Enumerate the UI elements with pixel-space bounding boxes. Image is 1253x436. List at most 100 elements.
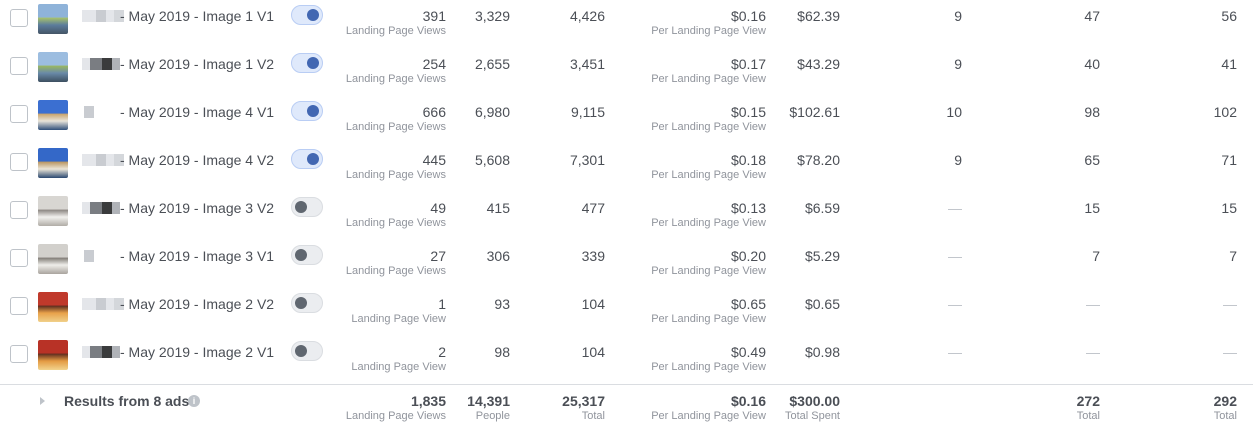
footer-col2-label: Total xyxy=(1076,410,1100,422)
redacted-name xyxy=(82,346,120,358)
expand-triangle-icon[interactable] xyxy=(40,397,45,405)
metric-col3-value: 41 xyxy=(1221,56,1237,72)
ad-thumbnail[interactable] xyxy=(38,292,68,322)
ad-thumbnail[interactable] xyxy=(38,100,68,130)
reach-value: 2,655 xyxy=(474,56,510,72)
metric-col1-value: 9 xyxy=(954,8,962,24)
redacted-name xyxy=(82,202,120,214)
footer-results-label: Landing Page Views xyxy=(345,410,446,422)
metric-col2-value: 15 xyxy=(1084,200,1100,216)
cost-label: Per Landing Page View xyxy=(651,361,766,373)
ad-status-toggle[interactable] xyxy=(291,293,323,313)
reach-value: 306 xyxy=(486,248,510,264)
cost-label: Per Landing Page View xyxy=(651,313,766,325)
metric-col3-value: 56 xyxy=(1221,8,1237,24)
ad-name[interactable]: - May 2019 - Image 3 V1 xyxy=(120,248,274,264)
toggle-knob xyxy=(295,201,307,213)
ad-status-toggle[interactable] xyxy=(291,5,323,25)
metric-col2-value: — xyxy=(1086,344,1100,360)
reach-value: 6,980 xyxy=(474,104,510,120)
cost-label: Per Landing Page View xyxy=(651,121,766,133)
row-checkbox[interactable] xyxy=(10,345,28,363)
row-checkbox[interactable] xyxy=(10,249,28,267)
results-value: 391 xyxy=(422,8,446,24)
redacted-name xyxy=(82,10,124,22)
metric-col2-value: 7 xyxy=(1092,248,1100,264)
metric-col1-value: — xyxy=(948,248,962,264)
ad-thumbnail[interactable] xyxy=(38,4,68,34)
ad-name[interactable]: - May 2019 - Image 1 V2 xyxy=(120,56,274,72)
footer-summary-label: Results from 8 ads xyxy=(64,393,190,409)
footer-spent-label: Total Spent xyxy=(784,410,840,422)
row-checkbox[interactable] xyxy=(10,9,28,27)
toggle-knob xyxy=(307,9,319,21)
footer-impressions: 25,317 xyxy=(562,393,605,409)
ad-status-toggle[interactable] xyxy=(291,197,323,217)
table-row[interactable]: - May 2019 - Image 3 V2 49 Landing Page … xyxy=(0,192,1253,240)
metric-col3-value: 102 xyxy=(1213,104,1237,120)
ad-thumbnail[interactable] xyxy=(38,196,68,226)
cost-value: $0.49 xyxy=(730,344,766,360)
metric-col1-value: 9 xyxy=(954,56,962,72)
ad-name[interactable]: - May 2019 - Image 4 V1 xyxy=(120,104,274,120)
metric-col3-value: 15 xyxy=(1221,200,1237,216)
footer-cost-label: Per Landing Page View xyxy=(651,410,766,422)
ad-name[interactable]: - May 2019 - Image 2 V1 xyxy=(120,344,274,360)
redacted-name xyxy=(82,298,124,310)
row-checkbox[interactable] xyxy=(10,105,28,123)
toggle-knob xyxy=(307,153,319,165)
ad-status-toggle[interactable] xyxy=(291,101,323,121)
ad-thumbnail[interactable] xyxy=(38,52,68,82)
metric-col2-value: 47 xyxy=(1084,8,1100,24)
info-icon[interactable]: i xyxy=(188,395,200,407)
row-checkbox[interactable] xyxy=(10,153,28,171)
footer-reach: 14,391 xyxy=(467,393,510,409)
ad-thumbnail[interactable] xyxy=(38,340,68,370)
impressions-value: 4,426 xyxy=(569,8,605,24)
cost-value: $0.16 xyxy=(730,8,766,24)
ad-name[interactable]: - May 2019 - Image 4 V2 xyxy=(120,152,274,168)
results-label: Landing Page Views xyxy=(345,265,446,277)
table-row[interactable]: - May 2019 - Image 4 V2 445 Landing Page… xyxy=(0,144,1253,192)
redacted-name xyxy=(82,58,120,70)
reach-value: 98 xyxy=(494,344,510,360)
results-value: 2 xyxy=(438,344,446,360)
ad-status-toggle[interactable] xyxy=(291,53,323,73)
table-row[interactable]: - May 2019 - Image 3 V1 27 Landing Page … xyxy=(0,240,1253,288)
ad-name[interactable]: - May 2019 - Image 2 V2 xyxy=(120,296,274,312)
ad-name[interactable]: - May 2019 - Image 3 V2 xyxy=(120,200,274,216)
cost-label: Per Landing Page View xyxy=(651,265,766,277)
ad-name[interactable]: - May 2019 - Image 1 V1 xyxy=(120,8,274,24)
table-row[interactable]: - May 2019 - Image 1 V1 391 Landing Page… xyxy=(0,0,1253,48)
amount-spent-value: $43.29 xyxy=(797,56,840,72)
ad-thumbnail[interactable] xyxy=(38,148,68,178)
results-label: Landing Page Views xyxy=(345,73,446,85)
footer-col3: 292 xyxy=(1213,393,1237,409)
table-row[interactable]: - May 2019 - Image 1 V2 254 Landing Page… xyxy=(0,48,1253,96)
ad-status-toggle[interactable] xyxy=(291,341,323,361)
row-checkbox[interactable] xyxy=(10,201,28,219)
amount-spent-value: $6.59 xyxy=(804,200,840,216)
redacted-name xyxy=(84,250,94,262)
impressions-value: 104 xyxy=(581,344,605,360)
results-value: 254 xyxy=(422,56,446,72)
cost-label: Per Landing Page View xyxy=(651,169,766,181)
footer-reach-label: People xyxy=(475,410,510,422)
toggle-knob xyxy=(307,57,319,69)
ad-thumbnail[interactable] xyxy=(38,244,68,274)
table-row[interactable]: - May 2019 - Image 2 V2 1 Landing Page V… xyxy=(0,288,1253,336)
metric-col2-value: — xyxy=(1086,296,1100,312)
footer-impressions-label: Total xyxy=(581,410,605,422)
table-row[interactable]: - May 2019 - Image 4 V1 666 Landing Page… xyxy=(0,96,1253,144)
row-checkbox[interactable] xyxy=(10,57,28,75)
results-value: 27 xyxy=(430,248,446,264)
amount-spent-value: $0.98 xyxy=(804,344,840,360)
toggle-knob xyxy=(307,105,319,117)
cost-value: $0.18 xyxy=(730,152,766,168)
ad-status-toggle[interactable] xyxy=(291,245,323,265)
ad-status-toggle[interactable] xyxy=(291,149,323,169)
impressions-value: 339 xyxy=(581,248,605,264)
row-checkbox[interactable] xyxy=(10,297,28,315)
footer-col3-label: Total xyxy=(1213,410,1237,422)
table-row[interactable]: - May 2019 - Image 2 V1 2 Landing Page V… xyxy=(0,336,1253,384)
